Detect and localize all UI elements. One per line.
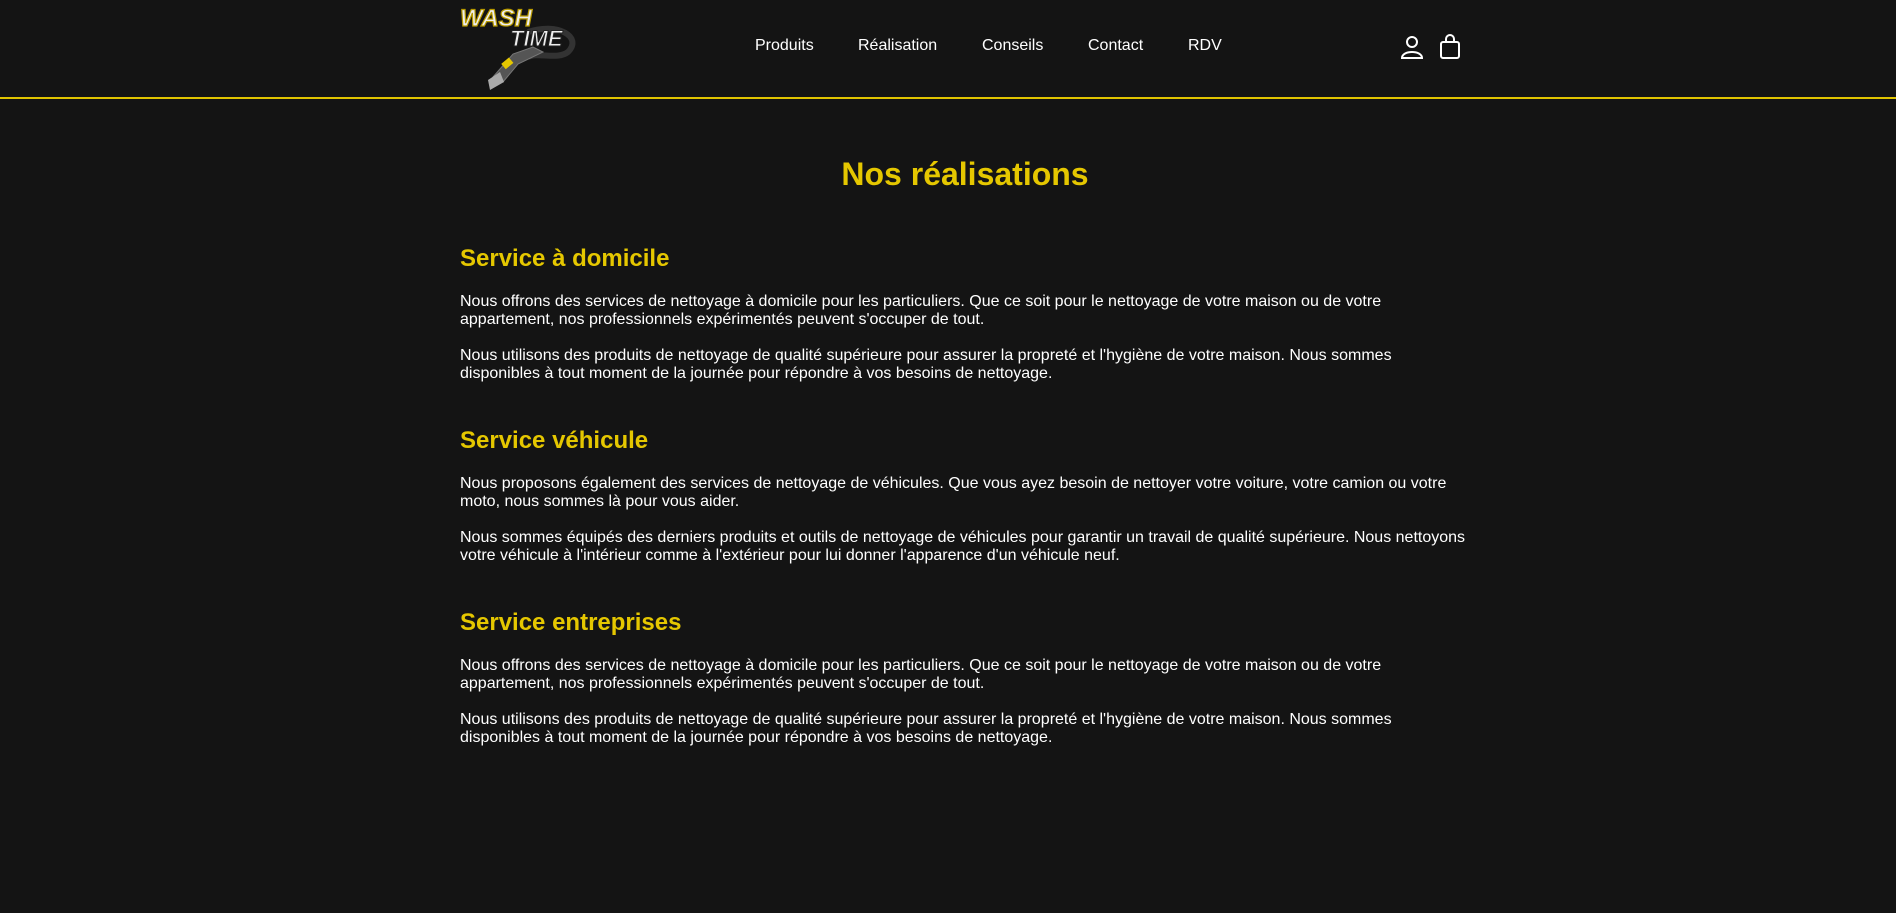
section-domicile: Service à domicile Nous offrons des serv… <box>460 245 1470 383</box>
site-header: WASH TIME Produits Réalisation Conseils … <box>0 0 1896 99</box>
nav-rdv[interactable]: RDV <box>1188 37 1222 55</box>
section-paragraph: Nous proposons également des services de… <box>460 475 1447 510</box>
nav-produits[interactable]: Produits <box>755 37 814 55</box>
section-title: Service véhicule <box>460 427 649 454</box>
section-paragraph: Nous offrons des services de nettoyage à… <box>460 657 1382 692</box>
section-paragraph: Nous utilisons des produits de nettoyage… <box>460 711 1392 746</box>
user-icon[interactable] <box>1399 34 1425 60</box>
section-vehicule: Service véhicule Nous proposons égalemen… <box>460 427 1470 565</box>
section-entreprises: Service entreprises Nous offrons des ser… <box>460 609 1470 747</box>
svg-text:TIME: TIME <box>510 26 564 51</box>
shopping-bag-icon[interactable] <box>1438 34 1462 60</box>
nav-realisation[interactable]: Réalisation <box>858 37 937 55</box>
page-title: Nos réalisations <box>841 156 1089 192</box>
nav-conseils[interactable]: Conseils <box>982 37 1043 55</box>
section-title: Service à domicile <box>460 245 670 272</box>
section-title: Service entreprises <box>460 609 682 636</box>
wash-time-logo[interactable]: WASH TIME <box>458 2 582 90</box>
section-paragraph: Nous sommes équipés des derniers produit… <box>460 529 1466 564</box>
section-paragraph: Nous utilisons des produits de nettoyage… <box>460 347 1392 382</box>
section-paragraph: Nous offrons des services de nettoyage à… <box>460 293 1382 328</box>
nav-contact[interactable]: Contact <box>1088 37 1143 55</box>
main-content: Nos réalisations Service à domicile Nous… <box>460 99 1470 765</box>
